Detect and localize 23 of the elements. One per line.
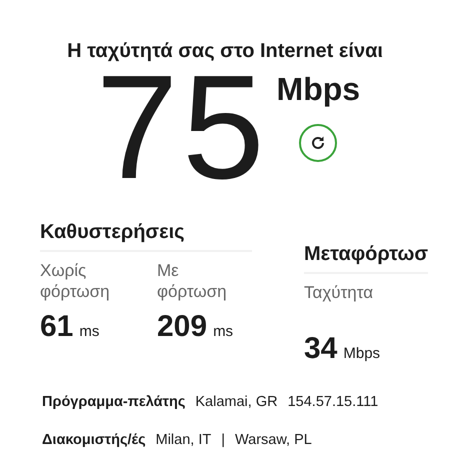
info-value: 154.57.15.111	[288, 394, 378, 410]
section-title: Μεταφόρτωσ	[304, 243, 428, 274]
metric-unit: ms	[213, 323, 234, 340]
metric-label: Ταχύτητα	[304, 282, 374, 304]
metric-value: 61	[40, 310, 74, 344]
heading: Η ταχύτητά σας στο Internet είναι	[66, 39, 384, 63]
info-value: Kalamai, GR	[195, 394, 278, 410]
metric-value: 209	[157, 310, 208, 344]
section-title: Καθυστερήσεις	[40, 221, 252, 252]
reload-button[interactable]	[299, 124, 338, 162]
info-label: Διακομιστής/ές	[42, 432, 146, 448]
info-value: Warsaw, PL	[235, 432, 312, 448]
metric-unit: Mbps	[343, 345, 380, 362]
speed-value: 75	[96, 63, 269, 193]
reload-icon	[310, 135, 326, 151]
info-value: Milan, IT	[156, 432, 212, 448]
metric-value: 34	[304, 332, 338, 366]
metric-label: Χωρίς φόρτωση	[40, 260, 111, 302]
info-value: |	[221, 432, 225, 448]
info-label: Πρόγραμμα-πελάτης	[42, 394, 186, 410]
metric-unit: ms	[79, 323, 100, 340]
metric-label: Με φόρτωση	[157, 260, 228, 302]
speed-unit: Mbps	[276, 71, 360, 108]
